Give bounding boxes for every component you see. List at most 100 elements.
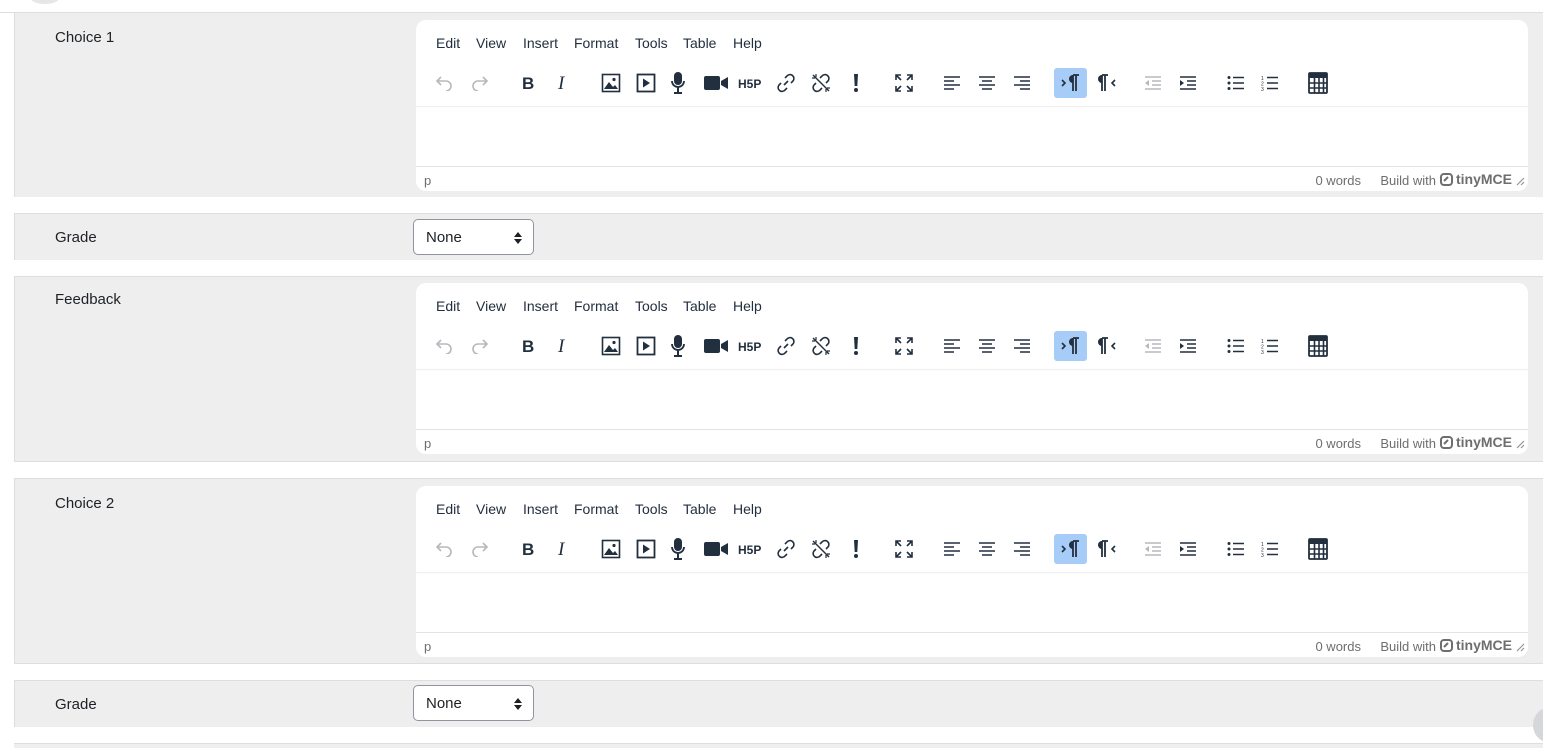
undo-icon[interactable] (429, 331, 459, 361)
record-audio-icon[interactable] (663, 68, 693, 98)
tinymce-logo[interactable]: tinyMCE (1440, 171, 1512, 187)
menu-help[interactable]: Help (733, 501, 762, 517)
align-left-icon[interactable] (937, 331, 967, 361)
word-count[interactable]: 0 words (1315, 436, 1361, 451)
image-icon[interactable] (596, 331, 626, 361)
rtl-icon[interactable] (1091, 534, 1121, 564)
align-center-icon[interactable] (972, 534, 1002, 564)
outdent-icon[interactable] (1138, 68, 1168, 98)
choice-1-editor[interactable]: Edit View Insert Format Tools Table Help… (416, 20, 1528, 191)
exclamation-icon[interactable] (841, 534, 871, 564)
record-audio-icon[interactable] (663, 331, 693, 361)
italic-icon[interactable]: I (548, 331, 578, 361)
choice-2-editor[interactable]: Edit View Insert Format Tools Table Help… (416, 486, 1528, 657)
outdent-icon[interactable] (1138, 331, 1168, 361)
editor-content-area[interactable] (416, 371, 1528, 429)
element-path[interactable]: p (424, 173, 431, 188)
record-audio-icon[interactable] (663, 534, 693, 564)
menu-edit[interactable]: Edit (436, 501, 460, 517)
h5p-icon[interactable]: H5P (736, 534, 766, 564)
fullscreen-icon[interactable] (889, 331, 919, 361)
menu-tools[interactable]: Tools (635, 35, 668, 51)
align-center-icon[interactable] (972, 68, 1002, 98)
media-icon[interactable] (631, 68, 661, 98)
calculator-icon[interactable] (1303, 68, 1333, 98)
menu-table[interactable]: Table (683, 35, 716, 51)
record-video-icon[interactable] (701, 331, 731, 361)
italic-icon[interactable]: I (548, 68, 578, 98)
record-video-icon[interactable] (701, 534, 731, 564)
feedback-editor[interactable]: Edit View Insert Format Tools Table Help… (416, 283, 1528, 454)
media-icon[interactable] (631, 331, 661, 361)
bold-icon[interactable]: B (513, 68, 543, 98)
ltr-icon[interactable] (1054, 68, 1087, 98)
link-icon[interactable] (771, 68, 801, 98)
menu-insert[interactable]: Insert (523, 501, 558, 517)
align-right-icon[interactable] (1007, 331, 1037, 361)
grade-1-select[interactable]: None (413, 219, 534, 255)
align-center-icon[interactable] (972, 331, 1002, 361)
h5p-icon[interactable]: H5P (736, 68, 766, 98)
italic-icon[interactable]: I (548, 534, 578, 564)
bullet-list-icon[interactable] (1221, 331, 1251, 361)
numbered-list-icon[interactable]: 123 (1255, 331, 1285, 361)
redo-icon[interactable] (465, 331, 495, 361)
menu-help[interactable]: Help (733, 298, 762, 314)
resize-handle-icon[interactable] (1515, 640, 1525, 655)
undo-icon[interactable] (429, 534, 459, 564)
editor-content-area[interactable] (416, 108, 1528, 166)
rtl-icon[interactable] (1091, 68, 1121, 98)
numbered-list-icon[interactable]: 123 (1255, 68, 1285, 98)
menu-table[interactable]: Table (683, 501, 716, 517)
resize-handle-icon[interactable] (1515, 437, 1525, 452)
image-icon[interactable] (596, 68, 626, 98)
h5p-icon[interactable]: H5P (736, 331, 766, 361)
outdent-icon[interactable] (1138, 534, 1168, 564)
indent-icon[interactable] (1173, 331, 1203, 361)
menu-view[interactable]: View (476, 298, 506, 314)
grade-2-select[interactable]: None (413, 685, 534, 721)
ltr-icon[interactable] (1054, 331, 1087, 361)
rtl-icon[interactable] (1091, 331, 1121, 361)
align-right-icon[interactable] (1007, 68, 1037, 98)
menu-edit[interactable]: Edit (436, 298, 460, 314)
align-left-icon[interactable] (937, 534, 967, 564)
menu-tools[interactable]: Tools (635, 298, 668, 314)
menu-format[interactable]: Format (574, 501, 618, 517)
editor-content-area[interactable] (416, 574, 1528, 632)
menu-view[interactable]: View (476, 35, 506, 51)
link-icon[interactable] (771, 534, 801, 564)
bold-icon[interactable]: B (513, 534, 543, 564)
resize-handle-icon[interactable] (1515, 174, 1525, 189)
indent-icon[interactable] (1173, 68, 1203, 98)
tinymce-logo[interactable]: tinyMCE (1440, 434, 1512, 450)
bullet-list-icon[interactable] (1221, 534, 1251, 564)
word-count[interactable]: 0 words (1315, 639, 1361, 654)
element-path[interactable]: p (424, 639, 431, 654)
fullscreen-icon[interactable] (889, 68, 919, 98)
unlink-icon[interactable] (806, 534, 836, 564)
element-path[interactable]: p (424, 436, 431, 451)
menu-format[interactable]: Format (574, 35, 618, 51)
exclamation-icon[interactable] (841, 68, 871, 98)
record-video-icon[interactable] (701, 68, 731, 98)
unlink-icon[interactable] (806, 68, 836, 98)
word-count[interactable]: 0 words (1315, 173, 1361, 188)
undo-icon[interactable] (429, 68, 459, 98)
redo-icon[interactable] (465, 534, 495, 564)
menu-insert[interactable]: Insert (523, 35, 558, 51)
align-right-icon[interactable] (1007, 534, 1037, 564)
ltr-icon[interactable] (1054, 534, 1087, 564)
align-left-icon[interactable] (937, 68, 967, 98)
menu-edit[interactable]: Edit (436, 35, 460, 51)
calculator-icon[interactable] (1303, 331, 1333, 361)
exclamation-icon[interactable] (841, 331, 871, 361)
fullscreen-icon[interactable] (889, 534, 919, 564)
indent-icon[interactable] (1173, 534, 1203, 564)
bold-icon[interactable]: B (513, 331, 543, 361)
unlink-icon[interactable] (806, 331, 836, 361)
numbered-list-icon[interactable]: 123 (1255, 534, 1285, 564)
menu-view[interactable]: View (476, 501, 506, 517)
media-icon[interactable] (631, 534, 661, 564)
menu-insert[interactable]: Insert (523, 298, 558, 314)
